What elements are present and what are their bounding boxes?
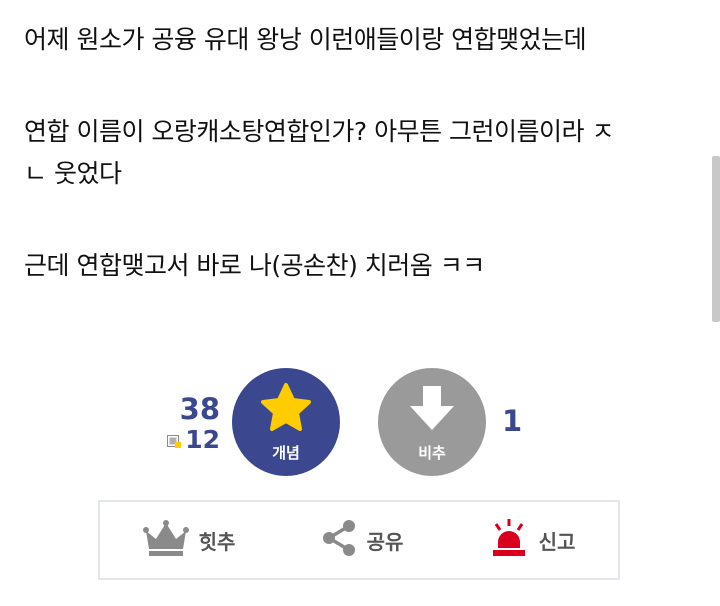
upvote-label: 개념 (272, 443, 300, 462)
post-text-line: 연합 이름이 오랑캐소탕연합인가? 아무튼 그런이름이라 ㅈ (24, 117, 615, 146)
post-text-line: 근데 연합맺고서 바로 나(공손찬) 치러옴 ㅋㅋ (24, 251, 485, 280)
share-button[interactable]: 공유 (321, 519, 404, 561)
post-text-line: 어제 원소가 공융 유대 왕낭 이런애들이랑 연합맺었는데 (24, 25, 587, 54)
fixed-recommend-count: 12 (185, 425, 220, 454)
siren-icon (489, 518, 529, 562)
up-counts: 38 12 (150, 392, 220, 454)
upvote-count: 38 (179, 392, 220, 426)
upvote-button[interactable]: 개념 (232, 368, 340, 476)
report-button[interactable]: 신고 (489, 518, 576, 562)
post-text-line: ㄴ 웃었다 (24, 159, 122, 188)
report-label: 신고 (538, 529, 576, 554)
hit-recommend-button[interactable]: 힛추 (142, 519, 236, 561)
share-label: 공유 (366, 529, 404, 554)
downvote-count: 1 (502, 404, 523, 438)
vote-area: 38 12 개념 비추 1 (0, 360, 720, 500)
scrollbar[interactable] (712, 156, 720, 322)
fixed-recommend-row: 12 (150, 426, 220, 454)
hit-recommend-label: 힛추 (198, 529, 236, 554)
fixed-recommend-icon (167, 433, 182, 448)
crown-icon (142, 519, 189, 561)
downvote-button[interactable]: 비추 (378, 368, 486, 476)
share-icon (321, 519, 357, 561)
star-icon (259, 382, 313, 438)
action-bar: 힛추 공유 신고 (98, 500, 620, 580)
down-arrow-icon (406, 382, 458, 438)
downvote-label: 비추 (418, 443, 446, 462)
